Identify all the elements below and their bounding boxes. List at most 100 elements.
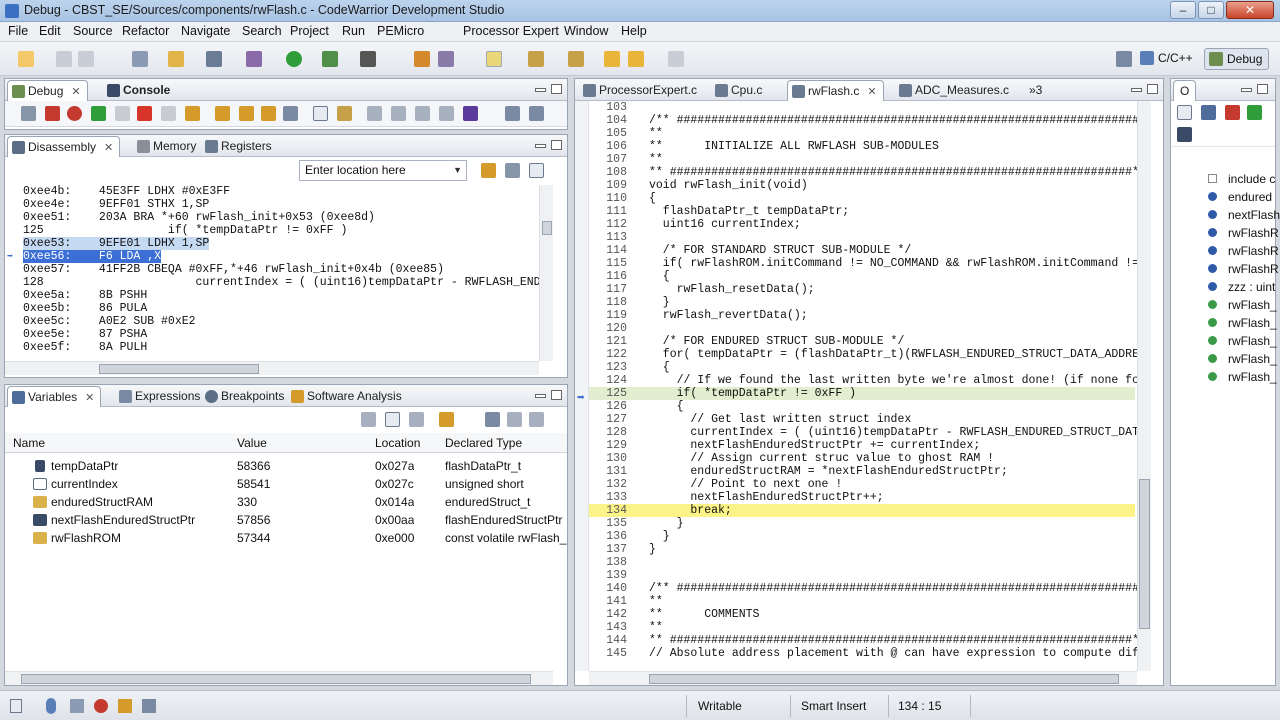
close-icon[interactable]: ✕ [867,86,876,98]
tab-debug[interactable]: Debug ✕ [7,80,88,101]
run-config-icon[interactable] [322,51,338,67]
save-all-icon[interactable] [78,51,94,67]
menu-file[interactable]: File [8,24,28,38]
hide-nonpublic-icon[interactable] [1247,105,1262,120]
remove-terminated-icon[interactable] [21,106,36,121]
tab-registers[interactable]: Registers [201,136,278,157]
menu-run[interactable]: Run [342,24,365,38]
remove-all-icon[interactable] [529,412,544,427]
menu-source[interactable]: Source [73,24,113,38]
connect-icon[interactable] [161,106,176,121]
memory-icon[interactable] [46,698,56,714]
scrollbar-thumb[interactable] [99,364,259,374]
tab-memory[interactable]: Memory [133,136,202,157]
table-row[interactable]: nextFlashEnduredStructPtr 57856 0x00aa f… [5,511,567,529]
open-type-icon[interactable] [414,51,430,67]
tab-disassembly[interactable]: Disassembly ✕ [7,136,121,157]
scrollbar-thumb[interactable] [649,674,1119,684]
vertical-scrollbar[interactable] [1137,101,1151,671]
debug-icon[interactable] [246,51,262,67]
scrollbar-thumb[interactable] [21,674,531,684]
minimize-icon[interactable] [535,144,546,148]
terminate-icon[interactable] [137,106,152,121]
close-icon[interactable]: ✕ [71,86,80,98]
step-into-icon[interactable] [215,106,230,121]
maximize-button[interactable]: □ [1198,1,1224,19]
menu-search[interactable]: Search [242,24,282,38]
menu-refactor[interactable]: Refactor [122,24,169,38]
tool-a-icon[interactable] [367,106,382,121]
fast-view-icon[interactable] [10,699,22,713]
home-icon[interactable] [505,163,520,178]
table-row[interactable]: enduredStructRAM 330 0x014a enduredStruc… [5,493,567,511]
link-icon[interactable] [529,163,544,178]
new-icon[interactable] [18,51,34,67]
tool-d-icon[interactable] [439,106,454,121]
menu-window[interactable]: Window [564,24,608,38]
minimize-icon[interactable] [1131,88,1142,92]
vertical-scrollbar[interactable] [539,185,553,361]
tab-software-analysis[interactable]: Software Analysis [287,386,408,407]
column-value[interactable]: Value [237,436,267,450]
next-annotation-icon[interactable] [528,51,544,67]
refresh-icon[interactable] [481,163,496,178]
menu-processor-expert[interactable]: Processor Expert [463,24,559,38]
step-over-icon[interactable] [239,106,254,121]
close-window-button[interactable]: ✕ [1226,1,1274,19]
suspend-icon[interactable] [115,106,130,121]
tab-rwflash-c[interactable]: rwFlash.c ✕ [787,80,884,101]
restart-icon[interactable] [185,106,200,121]
sort-icon[interactable] [1177,105,1192,120]
close-icon[interactable]: ✕ [85,392,94,404]
group-includes-icon[interactable] [1177,127,1192,142]
resume-icon[interactable] [91,106,106,121]
disconnect-icon[interactable] [45,106,60,121]
run-icon[interactable] [286,51,302,67]
location-input[interactable]: Enter location here ▼ [299,160,467,181]
remove-global-icon[interactable] [507,412,522,427]
maximize-icon[interactable] [1257,84,1268,94]
drop-to-frame-icon[interactable] [283,106,298,121]
scrollbar-thumb[interactable] [542,221,552,235]
collapse-all-icon[interactable] [409,412,424,427]
hide-static-icon[interactable] [1225,105,1240,120]
tool-m-icon[interactable] [463,106,478,121]
tool-c-icon[interactable] [415,106,430,121]
column-name[interactable]: Name [13,436,45,450]
print-icon[interactable] [132,51,148,67]
horizontal-scrollbar[interactable] [589,671,1137,685]
column-location[interactable]: Location [375,436,420,450]
back-icon[interactable] [628,51,644,67]
menu-help[interactable]: Help [621,24,647,38]
minimize-icon[interactable] [1241,88,1252,92]
perspective-cpp[interactable]: C/C++ [1136,48,1193,70]
step-return-icon[interactable] [261,106,276,121]
prev-annotation-icon[interactable] [568,51,584,67]
open-perspective-icon[interactable] [1116,51,1132,67]
layout-icon[interactable] [439,412,454,427]
maximize-icon[interactable] [551,390,562,400]
build-icon[interactable] [168,51,184,67]
save-icon[interactable] [56,51,72,67]
reset-icon[interactable] [67,106,82,121]
tab-adc-measures-c[interactable]: ADC_Measures.c [895,80,1015,101]
tab-cpu-c[interactable]: Cpu.c [711,80,768,101]
menu-project[interactable]: Project [290,24,329,38]
maximize-icon[interactable] [551,84,562,94]
external-tools-icon[interactable] [360,51,376,67]
minimize-icon[interactable] [535,88,546,92]
chevron-down-icon[interactable]: ▼ [453,161,462,180]
menu-navigate[interactable]: Navigate [181,24,230,38]
table-row[interactable]: rwFlashROM 57344 0xe000 const volatile r… [5,529,567,547]
show-types-icon[interactable] [361,412,376,427]
target-icon[interactable] [206,51,222,67]
menu-edit[interactable]: Edit [39,24,61,38]
search-icon[interactable] [438,51,454,67]
horizontal-scrollbar[interactable] [5,361,539,375]
highlight-icon[interactable] [486,51,502,67]
perspective-debug[interactable]: Debug [1204,48,1270,70]
column-declared-type[interactable]: Declared Type [445,436,522,450]
tab-breakpoints[interactable]: Breakpoints [201,386,290,407]
menu-pemicro[interactable]: PEMicro [377,24,424,38]
show-logical-icon[interactable] [385,412,400,427]
